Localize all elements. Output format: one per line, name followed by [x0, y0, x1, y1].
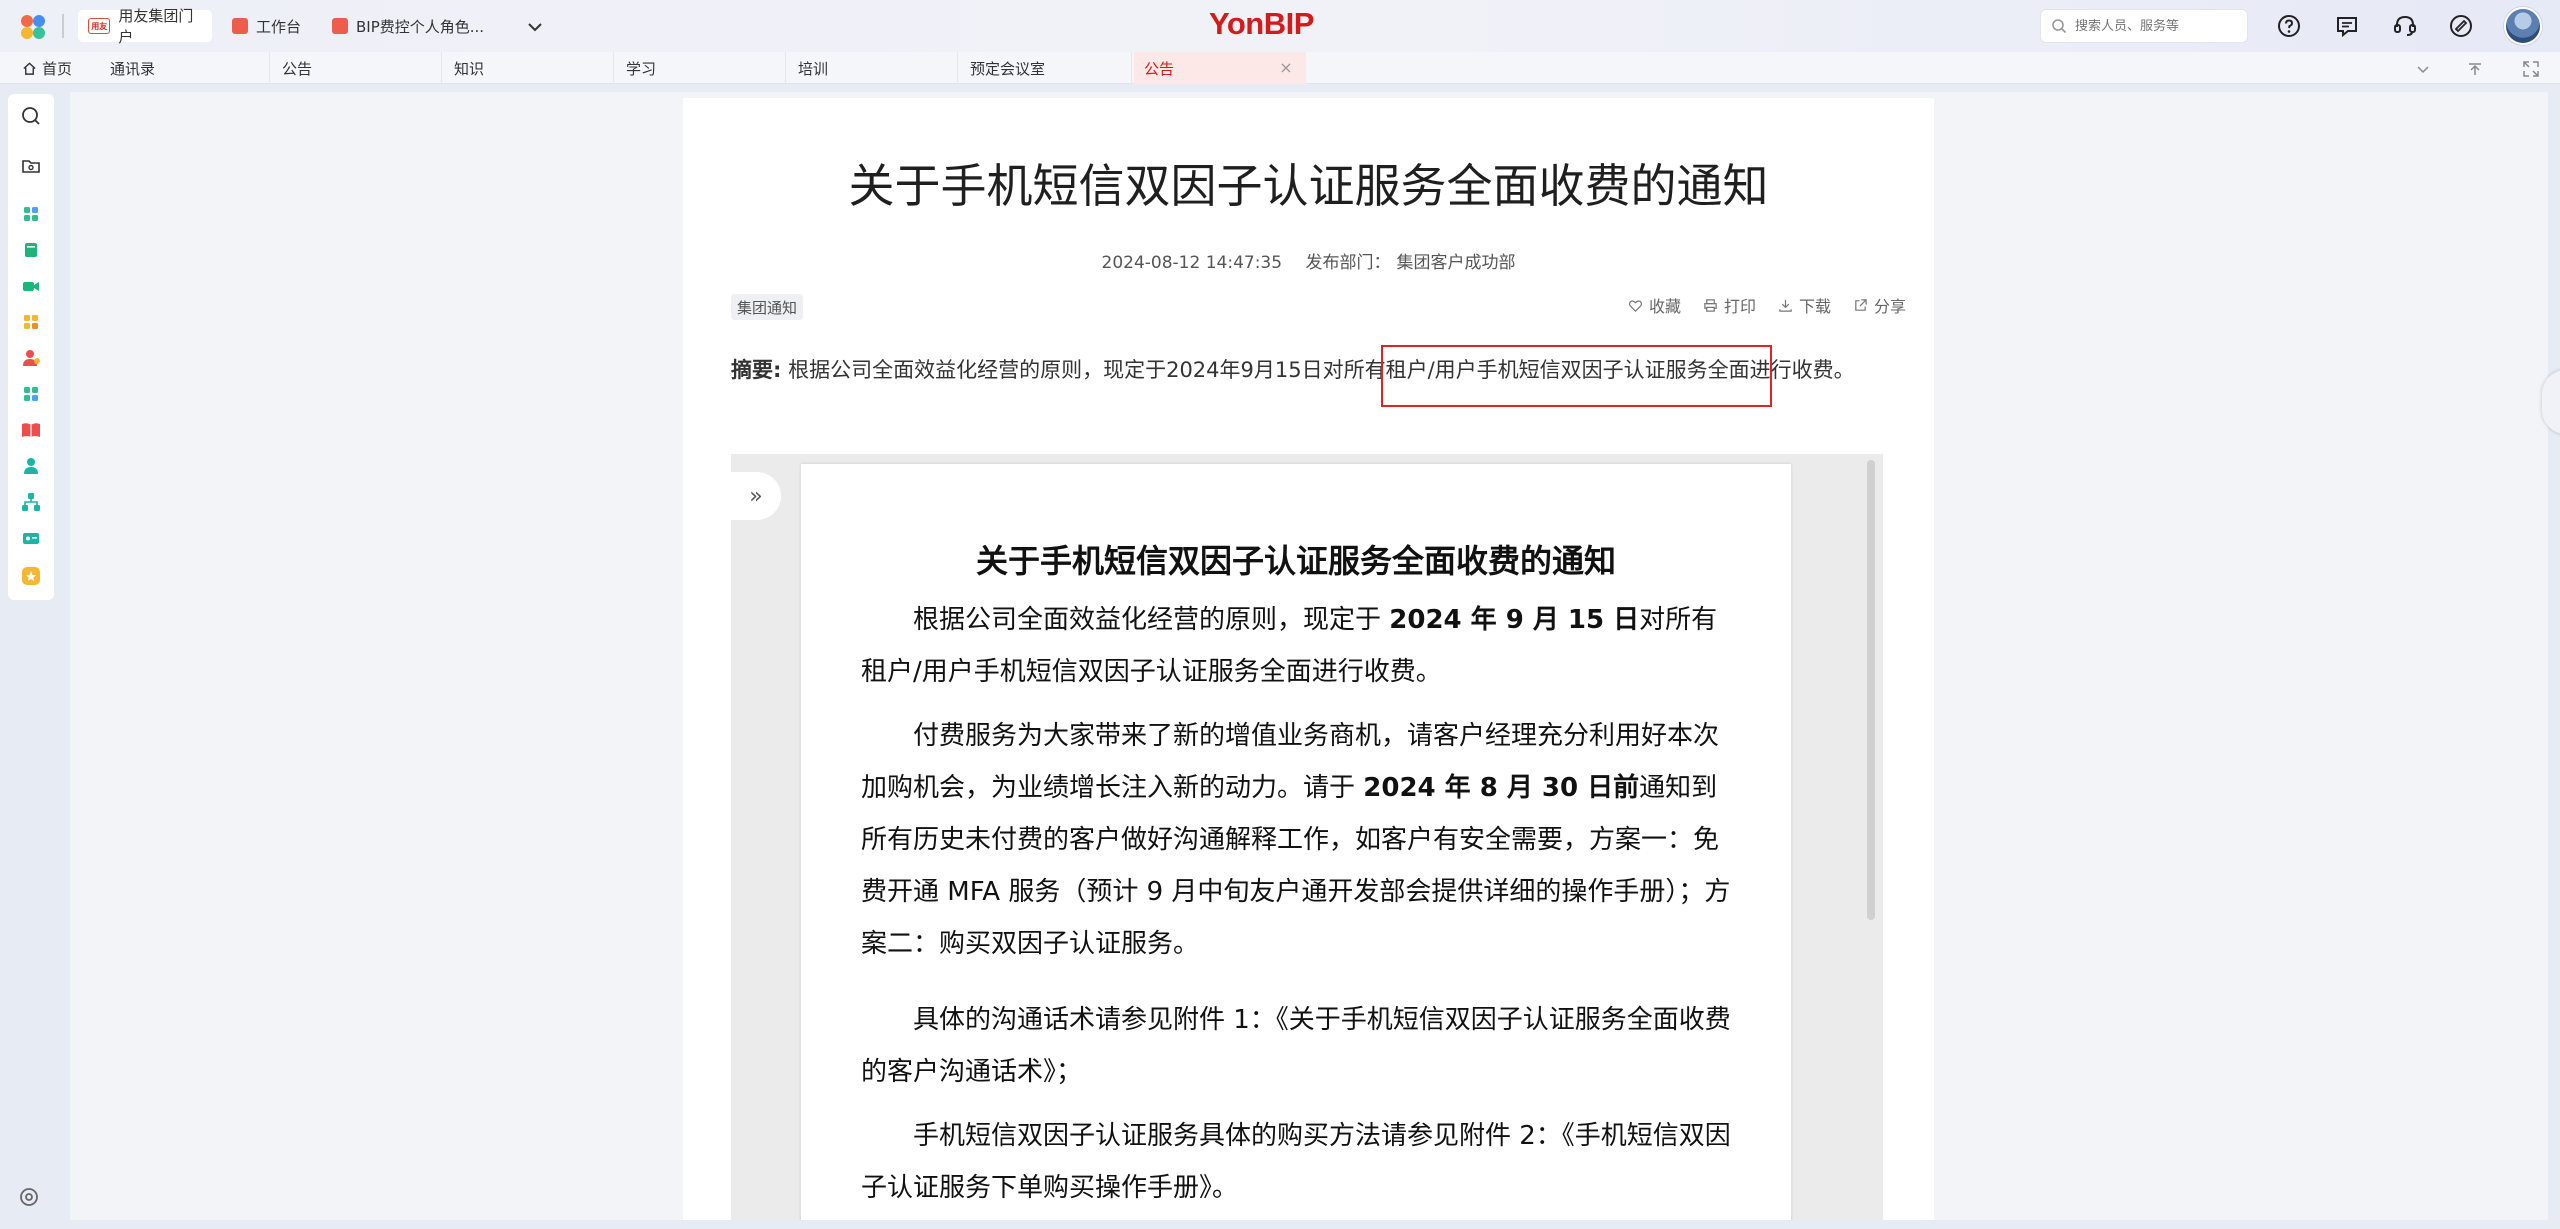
- category-badge: 集团通知: [731, 294, 804, 320]
- share-button[interactable]: 分享: [1853, 293, 1906, 317]
- document-title: 关于手机短信双因子认证服务全面收费的通知: [975, 542, 1616, 580]
- tab-label: 通讯录: [110, 59, 156, 78]
- tab-meeting-room[interactable]: 预定会议室: [960, 52, 1132, 84]
- download-button[interactable]: 下载: [1778, 293, 1831, 317]
- summary-label: 摘要:: [731, 358, 782, 382]
- download-icon: [1779, 299, 1792, 312]
- home-icon: [23, 61, 36, 75]
- meeting-icon[interactable]: [19, 274, 43, 298]
- search-icon[interactable]: [19, 104, 43, 128]
- tab-label: 公告: [1144, 59, 1175, 78]
- tab-training[interactable]: 培训: [788, 52, 958, 84]
- share-label: 分享: [1873, 297, 1906, 316]
- close-icon[interactable]: ×: [1278, 60, 1294, 76]
- nav-tabs: 首页 通讯录 公告 知识 学习 培训 预定会议室 公告 ×: [0, 52, 2560, 84]
- article-actions: 收藏 打印 下载 分享: [1628, 293, 1906, 317]
- tab-knowledge[interactable]: 知识: [444, 52, 614, 84]
- department-name: 集团客户成功部: [1396, 253, 1516, 273]
- tab-label: 首页: [42, 59, 73, 78]
- tab-label: 预定会议室: [970, 59, 1046, 78]
- app-grid-icon[interactable]: [19, 202, 43, 226]
- global-search[interactable]: [2040, 9, 2248, 43]
- app-tab-workbench[interactable]: 工作台: [222, 10, 326, 42]
- article-meta: 2024-08-12 14:47:35 发布部门： 集团客户成功部: [683, 248, 1934, 273]
- app-tab-label: 用友集团门户: [118, 7, 194, 46]
- double-chevron-right-icon: »: [749, 483, 763, 509]
- document-paragraph: 根据公司全面效益化经营的原则，现定于 2024 年 9 月 15 日对所有租户/…: [861, 605, 1718, 687]
- fullscreen-icon[interactable]: [2520, 58, 2542, 80]
- book-icon[interactable]: [19, 238, 43, 262]
- learning-icon[interactable]: [19, 418, 43, 442]
- contacts-icon[interactable]: [19, 346, 43, 370]
- workbench-icon: [232, 18, 248, 34]
- tab-label: 培训: [798, 59, 829, 78]
- tab-learning[interactable]: 学习: [616, 52, 786, 84]
- search-icon: [2052, 19, 2067, 34]
- print-button[interactable]: 打印: [1703, 293, 1756, 317]
- document-paragraph: 付费服务为大家带来了新的增值业务商机，请客户经理充分利用好本次加购机会，为业绩增…: [861, 721, 1731, 959]
- app-tab-portal[interactable]: 用友 用友集团门户: [78, 7, 212, 46]
- favorite-label: 收藏: [1648, 297, 1681, 316]
- card-icon[interactable]: [19, 526, 43, 550]
- assistant-icon[interactable]: [2446, 11, 2476, 41]
- chevron-down-icon[interactable]: [524, 16, 546, 38]
- printer-icon: [1704, 298, 1717, 312]
- folder-icon[interactable]: [19, 154, 43, 178]
- document-viewer: » 关于手机短信双因子认证服务全面收费的通知 根据公司全面效益化经营的原则，现定…: [731, 454, 1883, 1220]
- document-paragraph: 手机短信双因子认证服务具体的购买方法请参见附件 2：《手机短信双因子认证服务下单…: [861, 1121, 1731, 1203]
- document-paragraph: 具体的沟通话术请参见附件 1：《关于手机短信双因子认证服务全面收费的客户沟通话术…: [861, 1005, 1731, 1087]
- department-label: 发布部门：: [1305, 253, 1391, 273]
- left-sidebar: [8, 94, 54, 600]
- highlight-annotation-box: [1381, 345, 1772, 407]
- heart-icon: [1628, 299, 1642, 312]
- main-content: 关于手机短信双因子认证服务全面收费的通知 2024-08-12 14:47:35…: [70, 92, 2548, 1220]
- article-card: 关于手机短信双因子认证服务全面收费的通知 2024-08-12 14:47:35…: [683, 98, 1934, 1220]
- document-page: 关于手机短信双因子认证服务全面收费的通知 根据公司全面效益化经营的原则，现定于 …: [801, 464, 1791, 1220]
- org-chart-icon[interactable]: [19, 490, 43, 514]
- search-input[interactable]: [2075, 18, 2235, 34]
- settings-icon[interactable]: [17, 1185, 41, 1209]
- tab-contacts[interactable]: 通讯录: [100, 52, 270, 84]
- viewer-scrollbar[interactable]: [1867, 460, 1875, 920]
- tab-home[interactable]: 首页: [12, 52, 90, 84]
- tab-label: 公告: [282, 59, 313, 78]
- brand-logo: YonBIP: [1209, 6, 1314, 41]
- share-icon: [1855, 298, 1867, 311]
- app-tab-label: BIP费控个人角色...: [356, 17, 485, 36]
- tab-label: 知识: [454, 59, 485, 78]
- download-label: 下载: [1798, 297, 1831, 316]
- divider: [62, 14, 64, 38]
- avatar[interactable]: [2504, 7, 2542, 45]
- yonyou-logo-icon: 用友: [88, 18, 111, 34]
- app-launcher-icon[interactable]: [18, 12, 48, 42]
- apps-icon[interactable]: [19, 382, 43, 406]
- tab-label: 学习: [626, 59, 657, 78]
- customer-service-icon[interactable]: [2390, 11, 2420, 41]
- expense-app-icon: [332, 18, 348, 34]
- print-label: 打印: [1723, 297, 1756, 316]
- message-icon[interactable]: [2332, 11, 2362, 41]
- tab-announcements[interactable]: 公告: [272, 52, 442, 84]
- upload-icon[interactable]: [2464, 58, 2486, 80]
- favorite-button[interactable]: 收藏: [1628, 293, 1681, 317]
- publish-date: 2024-08-12 14:47:35: [1101, 253, 1283, 273]
- person-icon[interactable]: [19, 454, 43, 478]
- help-icon[interactable]: [2274, 11, 2304, 41]
- chevron-down-icon[interactable]: [2412, 58, 2434, 80]
- article-title: 关于手机短信双因子认证服务全面收费的通知: [848, 159, 1769, 213]
- modules-icon[interactable]: [19, 310, 43, 334]
- top-bar: 用友 用友集团门户 工作台 BIP费控个人角色... YonBIP: [0, 0, 2560, 52]
- app-tab-expense[interactable]: BIP费控个人角色...: [322, 10, 512, 42]
- app-tab-label: 工作台: [256, 17, 302, 36]
- star-badge-icon[interactable]: [19, 564, 43, 588]
- expand-panel-button[interactable]: »: [731, 472, 781, 520]
